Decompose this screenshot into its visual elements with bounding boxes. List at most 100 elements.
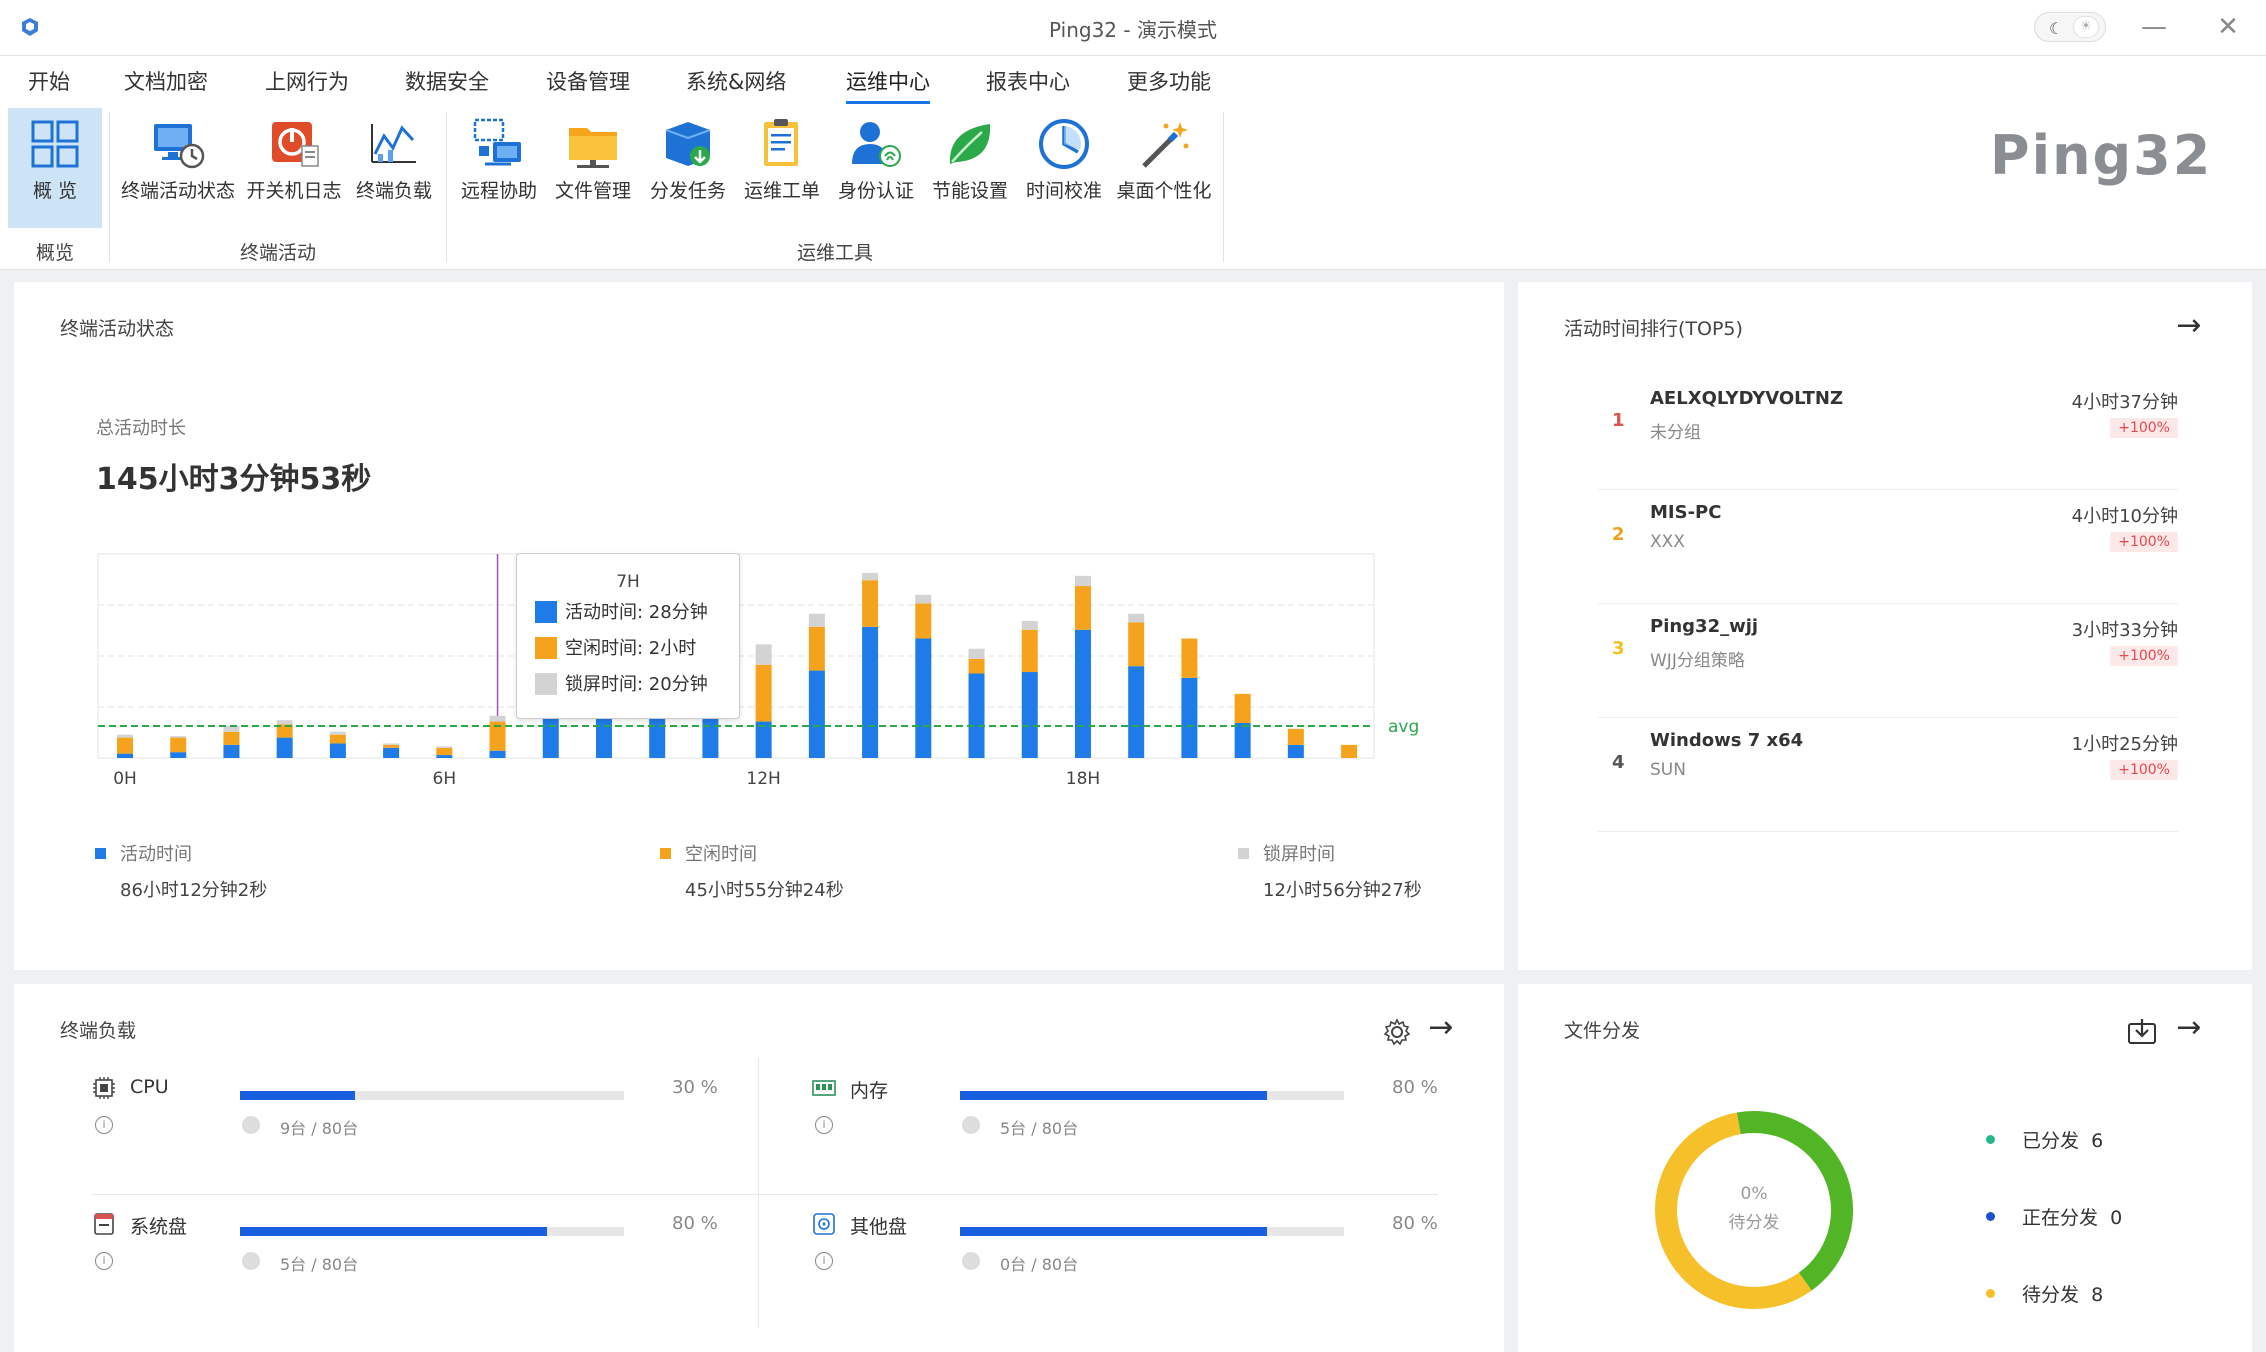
bar-segment[interactable] — [1287, 744, 1304, 758]
ribbon-distribute-task-button[interactable]: 分发任务 — [644, 108, 732, 228]
menu-device-mgmt[interactable]: 设备管理 — [546, 66, 630, 96]
bar-segment[interactable] — [915, 638, 932, 758]
info-icon[interactable]: i — [815, 1116, 833, 1134]
bar-segment[interactable] — [862, 572, 879, 581]
bar-segment[interactable] — [223, 744, 240, 758]
bar-segment[interactable] — [1021, 621, 1038, 630]
bar-segment[interactable] — [915, 603, 932, 639]
ribbon-terminal-activity-button[interactable]: 终端活动状态 — [118, 108, 238, 228]
ranking-more-arrow-icon[interactable]: → — [2172, 310, 2206, 344]
ribbon-identity-auth-button[interactable]: 身份认证 — [832, 108, 920, 228]
menu-ops-center[interactable]: 运维中心 — [846, 66, 930, 104]
menu-system-network[interactable]: 系统&网络 — [686, 66, 786, 96]
bar-segment[interactable] — [436, 755, 453, 758]
bar-segment[interactable] — [276, 737, 293, 758]
bar-segment[interactable] — [436, 746, 453, 748]
menu-data-security[interactable]: 数据安全 — [405, 66, 489, 96]
info-icon[interactable]: i — [95, 1252, 113, 1270]
bar-segment[interactable] — [968, 658, 985, 674]
info-icon[interactable]: i — [815, 1252, 833, 1270]
bar-segment[interactable] — [1128, 622, 1145, 667]
bar-segment[interactable] — [1021, 629, 1038, 673]
files-more-arrow-icon[interactable]: → — [2172, 1012, 2206, 1046]
bar-segment[interactable] — [862, 626, 879, 758]
bar-segment[interactable] — [755, 721, 772, 758]
bar-segment[interactable] — [915, 594, 932, 604]
bar-segment[interactable] — [542, 715, 559, 758]
rank-row[interactable]: 2 MIS-PC XXX 4小时10分钟 +100% — [1598, 490, 2178, 604]
panel-title: 文件分发 — [1564, 1020, 1641, 1042]
ribbon-energy-save-label: 节能设置 — [931, 180, 1008, 202]
download-box-icon[interactable] — [2126, 1016, 2158, 1046]
bar-segment[interactable] — [489, 715, 506, 722]
bar-segment[interactable] — [329, 743, 346, 758]
bar-segment[interactable] — [489, 750, 506, 758]
bar-segment[interactable] — [1128, 613, 1145, 623]
bar-segment[interactable] — [383, 747, 400, 758]
bar-segment[interactable] — [1074, 629, 1091, 758]
menu-web-behavior[interactable]: 上网行为 — [265, 66, 349, 96]
bar-segment[interactable] — [1021, 672, 1038, 758]
bar-segment[interactable] — [1128, 666, 1145, 758]
info-icon[interactable]: i — [95, 1116, 113, 1134]
tooltip-row-idle: 空闲时间: 2小时 — [535, 634, 696, 660]
rank-row[interactable]: 4 Windows 7 x64 SUN 1小时25分钟 +100% — [1598, 718, 2178, 832]
bar-segment[interactable] — [170, 736, 187, 738]
bar-segment[interactable] — [223, 731, 240, 745]
rank-row[interactable]: 1 AELXQLYDYVOLTNZ 未分组 4小时37分钟 +100% — [1598, 376, 2178, 490]
menu-start[interactable]: 开始 — [28, 66, 70, 96]
group-label-overview: 概览 — [35, 242, 74, 264]
bar-segment[interactable] — [755, 664, 772, 722]
bar-segment[interactable] — [383, 744, 400, 748]
menu-doc-encrypt[interactable]: 文档加密 — [124, 66, 208, 96]
ribbon-power-log-button[interactable]: 开关机日志 — [244, 108, 344, 228]
load-more-arrow-icon[interactable]: → — [1424, 1012, 1458, 1046]
ribbon-work-order-button[interactable]: 运维工单 — [738, 108, 826, 228]
bar-segment[interactable] — [170, 737, 187, 753]
ribbon-overview-button[interactable]: 概 览 — [8, 108, 102, 228]
rank-number: 1 — [1612, 410, 1625, 431]
bar-segment[interactable] — [862, 580, 879, 627]
bar-segment[interactable] — [1181, 677, 1198, 758]
bar-segment[interactable] — [329, 731, 346, 735]
ribbon-file-mgmt-button[interactable]: 文件管理 — [550, 108, 636, 228]
rank-row[interactable]: 3 Ping32_wjj WJJ分组策略 3小时33分钟 +100% — [1598, 604, 2178, 718]
gear-icon[interactable] — [1383, 1018, 1411, 1046]
load-item-name: 内存 — [850, 1080, 889, 1102]
close-button[interactable]: ✕ — [2210, 10, 2246, 44]
tooltip-title: 7H — [616, 572, 640, 592]
rank-terminal-name: Windows 7 x64 — [1650, 730, 1804, 751]
ribbon-terminal-load-button[interactable]: 终端负载 — [350, 108, 438, 228]
bar-segment[interactable] — [1181, 638, 1198, 678]
bar-segment[interactable] — [755, 644, 772, 665]
ribbon-energy-save-button[interactable]: 节能设置 — [926, 108, 1014, 228]
bar-segment[interactable] — [1074, 575, 1091, 587]
bar-segment[interactable] — [117, 753, 133, 758]
menu-report-center[interactable]: 报表中心 — [986, 66, 1070, 96]
minimize-button[interactable]: — — [2136, 10, 2172, 44]
bar-segment[interactable] — [968, 648, 985, 659]
bar-segment[interactable] — [329, 734, 346, 744]
bar-segment[interactable] — [170, 752, 187, 758]
ribbon-time-calibrate-button[interactable]: 时间校准 — [1020, 108, 1108, 228]
bar-segment[interactable] — [808, 626, 825, 671]
bar-segment[interactable] — [1234, 693, 1251, 724]
bar-segment[interactable] — [117, 737, 133, 754]
bar-segment[interactable] — [383, 743, 400, 745]
bar-segment[interactable] — [968, 673, 985, 758]
bar-segment[interactable] — [1234, 723, 1251, 758]
load-terminal-count: 9台 / 80台 — [280, 1119, 359, 1138]
bar-segment[interactable] — [808, 670, 825, 758]
menu-more[interactable]: 更多功能 — [1127, 66, 1211, 96]
ribbon-desktop-personalize-button[interactable]: 桌面个性化 — [1114, 108, 1214, 228]
bar-segment[interactable] — [1341, 744, 1358, 758]
bar-segment[interactable] — [276, 720, 293, 725]
bar-segment[interactable] — [1287, 728, 1304, 745]
activity-bar-chart[interactable]: avg 0H 6H 12H 18H — [14, 282, 1504, 802]
ribbon-remote-assist-button[interactable]: 远程协助 — [456, 108, 542, 228]
bar-segment[interactable] — [436, 747, 453, 756]
bar-segment[interactable] — [1074, 586, 1091, 630]
bar-segment[interactable] — [808, 613, 825, 627]
bar-segment[interactable] — [117, 734, 133, 738]
theme-toggle[interactable]: ☾ ☀ — [2034, 12, 2106, 42]
